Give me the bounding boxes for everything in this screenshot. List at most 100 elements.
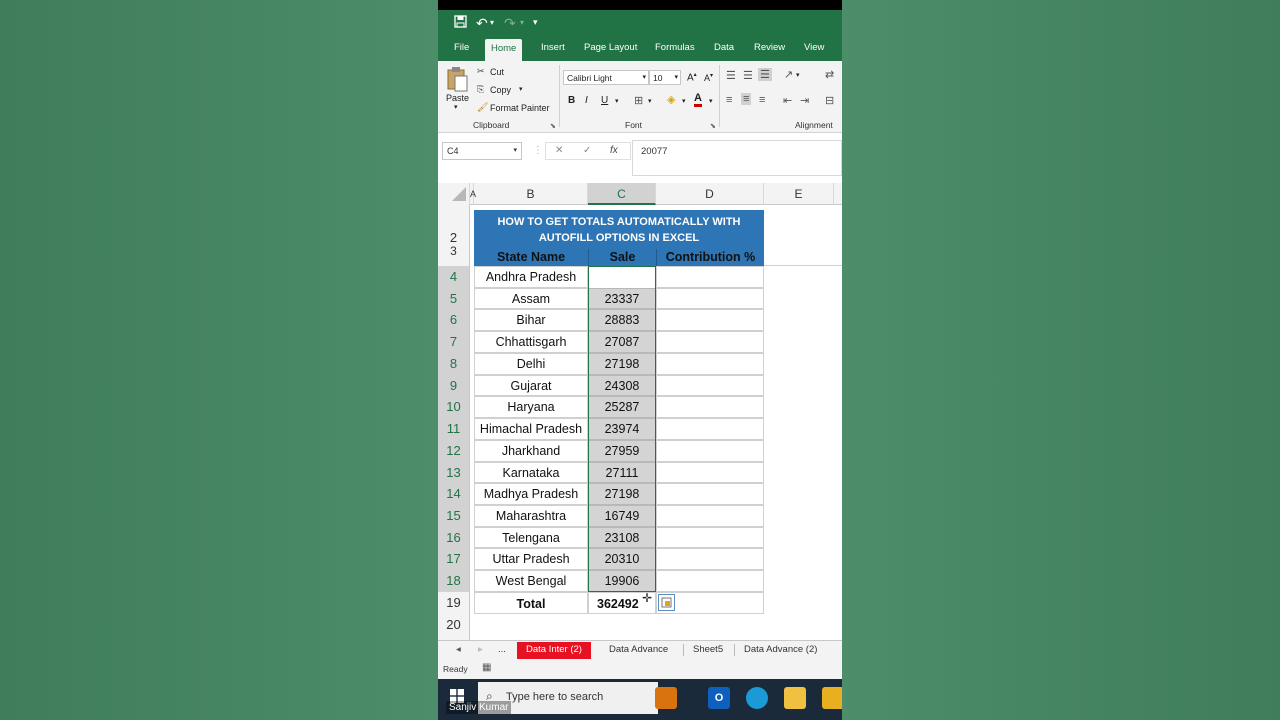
increase-font-icon[interactable]: A▴ <box>687 71 697 83</box>
contribution-cell[interactable] <box>656 505 764 527</box>
state-cell[interactable]: Haryana <box>474 396 588 419</box>
quick-analysis-icon[interactable] <box>658 594 675 611</box>
merge-center-icon[interactable]: ⊟ <box>825 94 834 107</box>
orientation-dropdown-icon[interactable]: ▾ <box>796 71 800 79</box>
contribution-cell[interactable] <box>656 548 764 571</box>
app-icon[interactable] <box>822 687 842 709</box>
italic-button[interactable]: I <box>585 95 588 106</box>
file-explorer-icon[interactable] <box>784 687 806 709</box>
row-header[interactable]: 7 <box>438 331 470 353</box>
state-cell[interactable]: Madhya Pradesh <box>474 483 588 506</box>
row-header[interactable]: 16 <box>438 526 470 549</box>
sale-cell[interactable]: 24308 <box>588 374 656 397</box>
header-state-name[interactable]: State Name <box>474 249 588 266</box>
align-left-icon[interactable]: ≡ <box>726 94 732 106</box>
state-cell[interactable]: Chhattisgarh <box>474 331 588 353</box>
paste-icon[interactable] <box>446 66 468 92</box>
sale-cell[interactable]: 23337 <box>588 287 656 310</box>
align-right-icon[interactable]: ≡ <box>759 94 765 106</box>
sale-cell[interactable]: 27198 <box>588 483 656 506</box>
wrap-text-icon[interactable]: ⇄ <box>825 68 834 81</box>
contribution-cell[interactable] <box>656 439 764 462</box>
row-header[interactable]: 12 <box>438 439 470 462</box>
state-cell[interactable]: Uttar Pradesh <box>474 548 588 571</box>
sheet-nav-prev-icon[interactable]: ◂ <box>456 644 461 655</box>
row-header[interactable]: 5 <box>438 287 470 310</box>
row-header-3[interactable]: 3 <box>438 245 470 266</box>
sale-cell[interactable]: 20310 <box>588 548 656 571</box>
sale-cell[interactable]: 27959 <box>588 439 656 462</box>
tab-page-layout[interactable]: Page Layout <box>584 42 637 53</box>
row-header[interactable]: 17 <box>438 548 470 571</box>
formula-input[interactable]: 20077 <box>632 140 842 176</box>
state-cell[interactable]: West Bengal <box>474 570 588 592</box>
align-bottom-icon[interactable]: ☰ <box>758 68 772 81</box>
contribution-cell[interactable] <box>656 461 764 484</box>
tab-data[interactable]: Data <box>714 42 734 53</box>
underline-dropdown-icon[interactable]: ▾ <box>615 97 619 105</box>
row-header[interactable]: 10 <box>438 396 470 419</box>
column-header-e[interactable]: E <box>764 183 834 205</box>
state-cell[interactable]: Gujarat <box>474 374 588 397</box>
contribution-cell[interactable] <box>656 287 764 310</box>
align-top-icon[interactable]: ☰ <box>726 69 736 82</box>
copy-dropdown-icon[interactable]: ▾ <box>519 85 523 93</box>
paste-button[interactable]: Paste <box>446 93 469 103</box>
font-color-dropdown-icon[interactable]: ▾ <box>709 97 713 105</box>
contribution-cell[interactable] <box>656 331 764 353</box>
fill-color-icon[interactable]: ◈ <box>667 93 675 106</box>
insert-function-icon[interactable]: fx <box>610 145 618 156</box>
sheet-tab-data-advance-2[interactable]: Data Advance (2) <box>744 644 817 655</box>
total-label-cell[interactable]: Total <box>474 592 588 614</box>
borders-dropdown-icon[interactable]: ▾ <box>648 97 652 105</box>
underline-button[interactable]: U <box>601 95 608 106</box>
state-cell[interactable]: Himachal Pradesh <box>474 418 588 440</box>
clipboard-launcher-icon[interactable]: ⬊ <box>550 122 556 130</box>
contribution-cell[interactable] <box>656 352 764 375</box>
state-cell[interactable]: Andhra Pradesh <box>474 266 588 288</box>
macro-record-icon[interactable]: ▦ <box>482 662 491 673</box>
redo-dropdown-icon[interactable]: ▾ <box>520 18 524 27</box>
enter-icon[interactable]: ✓ <box>583 145 591 156</box>
contribution-cell[interactable] <box>656 374 764 397</box>
state-cell[interactable]: Delhi <box>474 352 588 375</box>
column-header-f[interactable] <box>834 183 842 205</box>
customize-toolbar-icon[interactable]: ▾ <box>533 17 538 28</box>
sale-cell[interactable]: 27087 <box>588 331 656 353</box>
contribution-cell[interactable] <box>656 483 764 506</box>
select-all-corner[interactable] <box>438 183 470 205</box>
sheet-nav-next-icon[interactable]: ▸ <box>478 644 483 655</box>
header-sale[interactable]: Sale <box>588 249 656 266</box>
sale-cell[interactable]: 27111 <box>588 461 656 484</box>
borders-icon[interactable]: ⊞ <box>634 94 643 107</box>
state-cell[interactable]: Jharkhand <box>474 439 588 462</box>
outlook-icon[interactable]: O <box>708 687 730 709</box>
tab-formulas[interactable]: Formulas <box>655 42 695 53</box>
row-header[interactable]: 8 <box>438 352 470 375</box>
format-painter-button[interactable]: Format Painter <box>490 103 550 113</box>
sheet-tab-active[interactable]: Data Inter (2) <box>517 642 591 659</box>
briefcase-icon[interactable] <box>655 687 677 709</box>
row-header-2[interactable]: 2 <box>438 205 470 249</box>
cancel-icon[interactable]: ✕ <box>555 145 563 156</box>
row-header[interactable]: 15 <box>438 505 470 527</box>
row-header[interactable]: 6 <box>438 309 470 332</box>
tab-file[interactable]: File <box>454 42 469 53</box>
font-name-select[interactable]: Calibri Light ▾ <box>563 70 649 85</box>
name-box[interactable]: C4 ▾ <box>442 142 522 160</box>
state-cell[interactable]: Karnataka <box>474 461 588 484</box>
state-cell[interactable]: Maharashtra <box>474 505 588 527</box>
cut-button[interactable]: Cut <box>490 67 504 77</box>
row-header-20[interactable]: 20 <box>438 614 470 640</box>
row-header[interactable]: 9 <box>438 374 470 397</box>
undo-dropdown-icon[interactable]: ▾ <box>490 18 494 27</box>
font-launcher-icon[interactable]: ⬊ <box>710 122 716 130</box>
row-header[interactable]: 4 <box>438 266 470 288</box>
column-header-c[interactable]: C <box>588 183 656 205</box>
sale-cell[interactable]: 27198 <box>588 352 656 375</box>
align-center-icon[interactable]: ≡ <box>741 93 752 105</box>
font-color-icon[interactable]: A <box>694 93 702 107</box>
sale-cell[interactable]: 23108 <box>588 526 656 549</box>
font-size-select[interactable]: 10 ▾ <box>649 70 681 85</box>
column-header-b[interactable]: B <box>474 183 588 205</box>
